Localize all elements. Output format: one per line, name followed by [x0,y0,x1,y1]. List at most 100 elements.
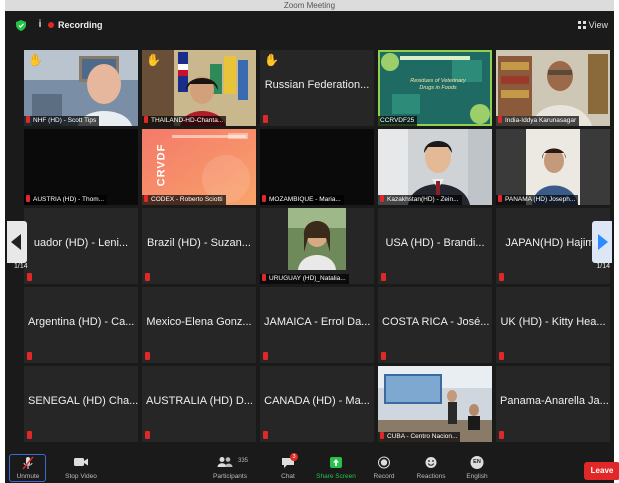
english-label: English [466,473,488,480]
stop-video-label: Stop Video [65,473,97,480]
chevron-left-icon [11,234,21,250]
participant-name-label: URUGUAY (HD)_Natalia... [260,274,349,284]
muted-microphone-icon [22,456,34,470]
leave-meeting-button[interactable]: Leave [584,462,619,480]
participant-tile-australia[interactable]: AUSTRALIA (HD) D... [142,366,256,442]
participant-tile-brazil[interactable]: Brazil (HD) - Suzan... [142,208,256,284]
participant-tile-argentina[interactable]: Argentina (HD) - Ca... [24,287,138,363]
muted-mic-icon [263,352,268,360]
language-interpretation-button[interactable]: EN English [462,452,492,483]
participant-tile-austria[interactable]: AUSTRIA (HD) - Thom... [24,129,138,205]
muted-mic-icon [381,273,386,281]
participant-tile-codex[interactable]: CRVDF CODEX - Roberto Sciotti [142,129,256,205]
participant-tile-canada[interactable]: CANADA (HD) - Ma... [260,366,374,442]
participants-button[interactable]: 335 Participants [204,452,256,483]
participant-name: Panama-Anarella Ja... [500,395,609,407]
muted-mic-icon [499,431,504,439]
raised-hand-icon: ✋ [28,53,43,67]
participant-name: AUSTRALIA (HD) D... [146,395,253,407]
reactions-button[interactable]: Reactions [411,452,451,483]
zoom-window: Zoom Meeting i Recording View ✋ NHF (HD)… [5,0,614,483]
muted-mic-icon [145,431,150,439]
participant-tile-uk[interactable]: UK (HD) - Kitty Hea... [496,287,610,363]
participant-tile-russia[interactable]: ✋ Russian Federation... [260,50,374,126]
muted-mic-icon [381,352,386,360]
view-label: View [588,20,608,30]
participant-tile-usa[interactable]: USA (HD) - Brandi... [378,208,492,284]
window-titlebar: Zoom Meeting [5,0,614,11]
participant-video [496,50,610,126]
reactions-smiley-icon [425,457,437,468]
participant-tile-mexico[interactable]: Mexico-Elena Gonz... [142,287,256,363]
reactions-label: Reactions [416,473,446,480]
muted-mic-icon [499,352,504,360]
participant-tile-panama-hd[interactable]: PANAMA (HD) Joseph... [496,129,610,205]
muted-mic-icon [27,431,32,439]
chat-button[interactable]: 3 Chat [273,452,303,483]
participant-name-label: Kazakhstan(HD) - Zein... [378,195,462,205]
participant-tile-mozambique[interactable]: MOZAMBIQUE - Maria... [260,129,374,205]
record-button[interactable]: Record [369,452,399,483]
participant-name: uador (HD) - Leni... [33,237,129,249]
view-button[interactable]: View [577,18,608,32]
meeting-topbar: i Recording View [5,11,614,39]
slide-text: CRVDF [155,143,168,187]
participant-tile-ccrvdf25[interactable]: Residues of Veterinary Drugs in Foods CC… [378,50,492,126]
share-screen-icon [330,457,342,468]
participant-name-label: CCRVDF25 [378,116,418,126]
participant-tile-nhf[interactable]: ✋ NHF (HD) - Scott Tips [24,50,138,126]
chat-unread-badge: 3 [290,453,298,461]
stop-video-button[interactable]: Stop Video [61,452,101,483]
participant-tile-jamaica[interactable]: JAMAICA - Errol Da... [260,287,374,363]
next-page-button[interactable] [592,221,612,263]
participant-name-label: THAILAND-HD-Chanta... [142,116,227,126]
muted-mic-icon [499,273,504,281]
muted-mic-icon [27,273,32,281]
participant-video [260,208,374,284]
record-label: Record [373,473,395,480]
slide-title: Residues of Veterinary Drugs in Foods [410,78,466,91]
video-camera-icon [74,458,88,466]
raised-hand-icon: ✋ [264,53,279,67]
participant-tile-panama-anarella[interactable]: Panama-Anarella Ja... [496,366,610,442]
muted-mic-icon [144,195,148,202]
muted-mic-icon [27,352,32,360]
muted-mic-icon [262,274,266,281]
page-indicator-left: 1/14 [14,263,28,270]
participant-name-label: PANAMA (HD) Joseph... [496,195,579,205]
participant-tile-costarica[interactable]: COSTA RICA - José... [378,287,492,363]
security-shield-icon[interactable] [16,20,26,31]
meeting-info-icon[interactable]: i [34,19,46,31]
participant-tile-senegal[interactable]: SENEGAL (HD) Cha... [24,366,138,442]
recording-label: Recording [58,20,103,30]
participant-name: USA (HD) - Brandi... [385,237,485,249]
participant-name: SENEGAL (HD) Cha... [28,395,138,407]
participant-tile-ecuador[interactable]: uador (HD) - Leni... [24,208,138,284]
participant-name-label: MOZAMBIQUE - Maria... [260,195,344,205]
share-screen-button[interactable]: Share Screen [312,452,360,483]
muted-mic-icon [498,116,502,123]
muted-mic-icon [145,352,150,360]
participants-icon [217,457,233,467]
unmute-button[interactable]: Unmute [11,452,45,483]
participant-tile-cuba[interactable]: CUBA - Centro Nacion... [378,366,492,442]
muted-mic-icon [26,116,30,123]
participant-name-label: NHF (HD) - Scott Tips [24,116,100,126]
participant-video [378,129,492,205]
participant-name: UK (HD) - Kitty Hea... [500,316,606,328]
participant-name-label: AUSTRIA (HD) - Thom... [24,195,108,205]
muted-mic-icon [145,273,150,281]
participant-video [378,366,492,442]
participant-tile-kazakhstan[interactable]: Kazakhstan(HD) - Zein... [378,129,492,205]
participant-name: COSTA RICA - José... [382,316,490,328]
recording-dot-icon [48,22,54,28]
raised-hand-icon: ✋ [146,53,161,67]
participant-name: JAMAICA - Errol Da... [264,316,371,328]
participant-tile-uruguay[interactable]: URUGUAY (HD)_Natalia... [260,208,374,284]
previous-page-button[interactable] [7,221,27,263]
participant-tile-india[interactable]: India-Iddya Karunasagar [496,50,610,126]
chevron-right-icon [598,234,608,250]
muted-mic-icon [380,432,384,439]
participant-name: Russian Federation... [264,79,370,91]
participant-tile-thailand[interactable]: ✋ THAILAND-HD-Chanta... [142,50,256,126]
